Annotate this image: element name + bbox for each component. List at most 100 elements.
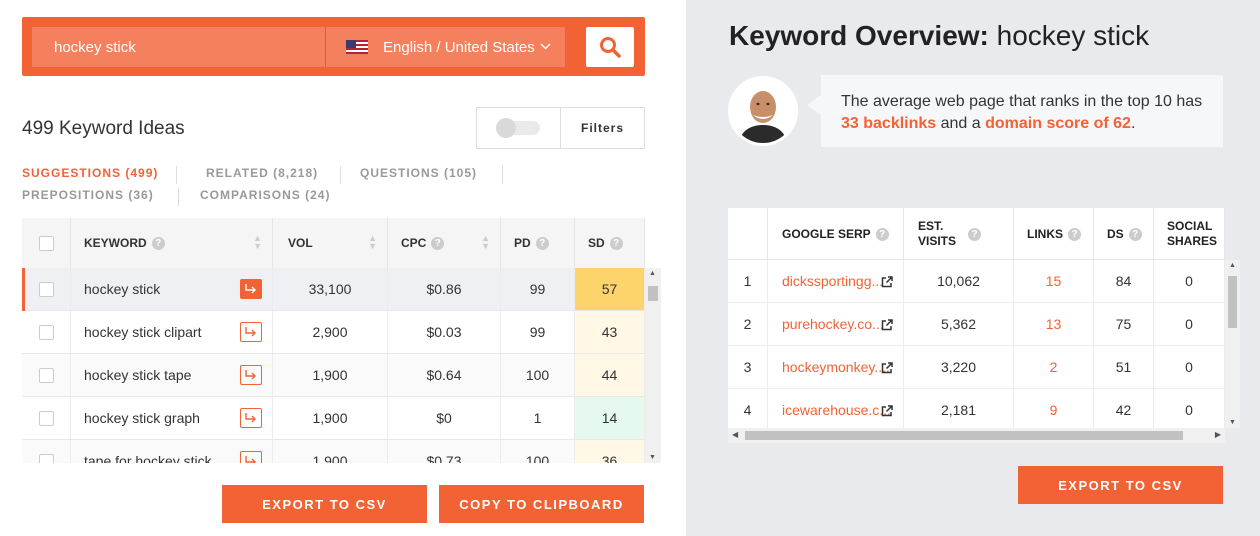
help-icon[interactable]: ?	[151, 236, 165, 250]
search-bar: hockey stick English / United States	[22, 17, 645, 76]
keyword-detail-button[interactable]	[240, 451, 262, 463]
header-vol-label: VOL	[288, 236, 313, 250]
header-links[interactable]: LINKS?	[1014, 208, 1094, 260]
copy-to-clipboard-button[interactable]: COPY TO CLIPBOARD	[439, 485, 644, 523]
filter-toggle[interactable]	[477, 108, 561, 148]
scroll-right-icon[interactable]: ▶	[1215, 430, 1221, 439]
scrollbar-thumb[interactable]	[745, 431, 1183, 440]
header-est-visits-label: EST. VISITS	[918, 219, 956, 249]
social-shares-cell: 0	[1154, 303, 1225, 345]
row-checkbox[interactable]	[38, 367, 54, 383]
pd-cell: 99	[501, 311, 575, 353]
header-vol[interactable]: VOL ▲ ▼	[273, 218, 388, 268]
row-checkbox[interactable]	[38, 410, 54, 426]
scroll-up-icon[interactable]: ▲	[1229, 262, 1236, 269]
help-icon[interactable]: ?	[535, 236, 549, 250]
table-row[interactable]: tape for hockey stick 1,900 $0.73 100 36	[22, 440, 645, 463]
scrollbar-thumb[interactable]	[648, 286, 658, 301]
keyword-cell: hockey stick	[71, 268, 273, 310]
tab-comparisons[interactable]: COMPARISONS (24)	[200, 188, 330, 202]
sd-cell: 43	[575, 311, 645, 353]
external-link-icon[interactable]	[881, 318, 893, 334]
header-pd[interactable]: PD?	[501, 218, 575, 268]
help-icon[interactable]: ?	[431, 236, 445, 250]
sort-icon[interactable]: ▲ ▼	[253, 234, 262, 251]
serp-url-link[interactable]: dickssportingg...	[782, 273, 883, 289]
header-keyword-label: KEYWORD	[84, 236, 147, 250]
serp-url-cell: icewarehouse.c...	[768, 389, 904, 431]
serp-url-cell: dickssportingg...	[768, 260, 904, 302]
search-input[interactable]: hockey stick	[32, 27, 325, 67]
scrollbar-thumb[interactable]	[1228, 276, 1237, 328]
title-keyword: hockey stick	[996, 20, 1150, 51]
serp-vertical-scrollbar[interactable]: ▲ ▼	[1225, 260, 1240, 428]
keyword-cell: hockey stick tape	[71, 354, 273, 396]
export-csv-button[interactable]: EXPORT TO CSV	[222, 485, 427, 523]
row-checkbox[interactable]	[38, 281, 54, 297]
header-rank	[728, 208, 768, 260]
serp-url-link[interactable]: hockeymonkey....	[782, 359, 890, 375]
help-icon[interactable]: ?	[1128, 227, 1142, 241]
sort-icon[interactable]: ▲ ▼	[481, 234, 490, 251]
help-icon[interactable]: ?	[968, 227, 982, 241]
scroll-down-icon[interactable]: ▼	[1229, 419, 1236, 426]
vol-cell: 33,100	[273, 268, 388, 310]
ds-cell: 84	[1094, 260, 1154, 302]
help-icon[interactable]: ?	[609, 236, 623, 250]
export-csv-button-right[interactable]: EXPORT TO CSV	[1018, 466, 1223, 504]
row-checkbox[interactable]	[38, 324, 54, 340]
keyword-overview-panel: Keyword Overview: hockey stick The avera…	[686, 0, 1260, 536]
header-cpc[interactable]: CPC? ▲ ▼	[388, 218, 501, 268]
tab-questions[interactable]: QUESTIONS (105)	[360, 166, 477, 180]
serp-horizontal-scrollbar[interactable]: ◀ ▶	[728, 428, 1225, 443]
help-icon[interactable]: ?	[875, 227, 889, 241]
select-all-checkbox[interactable]	[38, 235, 54, 251]
row-checkbox[interactable]	[38, 453, 54, 463]
table-row[interactable]: hockey stick clipart 2,900 $0.03 99 43	[22, 311, 645, 354]
keyword-text: tape for hockey stick	[84, 453, 212, 463]
sort-icon[interactable]: ▲ ▼	[368, 234, 377, 251]
header-google-serp[interactable]: GOOGLE SERP?	[768, 208, 904, 260]
keyword-detail-button[interactable]	[240, 279, 262, 299]
header-est-visits[interactable]: EST. VISITS?	[904, 208, 1014, 260]
language-select[interactable]: English / United States	[325, 27, 565, 67]
us-flag-icon	[346, 40, 368, 54]
header-keyword[interactable]: KEYWORD? ▲ ▼	[71, 218, 273, 268]
links-cell[interactable]: 9	[1014, 389, 1094, 431]
tab-prepositions[interactable]: PREPOSITIONS (36)	[22, 188, 154, 202]
links-cell[interactable]: 2	[1014, 346, 1094, 388]
keyword-detail-button[interactable]	[240, 365, 262, 385]
external-link-icon[interactable]	[881, 361, 893, 377]
scroll-left-icon[interactable]: ◀	[732, 430, 738, 439]
header-sd[interactable]: SD?	[575, 218, 645, 268]
filters-button[interactable]: Filters	[561, 108, 644, 148]
links-cell[interactable]: 15	[1014, 260, 1094, 302]
toggle-switch[interactable]	[495, 118, 540, 138]
social-shares-cell: 0	[1154, 389, 1225, 431]
keyword-detail-button[interactable]	[240, 408, 262, 428]
scroll-down-icon[interactable]: ▼	[649, 454, 656, 461]
tab-divider	[176, 166, 177, 184]
keyword-detail-button[interactable]	[240, 322, 262, 342]
cpc-cell: $0.73	[388, 440, 501, 463]
table-row[interactable]: hockey stick tape 1,900 $0.64 100 44	[22, 354, 645, 397]
table-row[interactable]: hockey stick 33,100 $0.86 99 57	[22, 268, 645, 311]
external-link-icon[interactable]	[881, 404, 893, 420]
tab-related[interactable]: RELATED (8,218)	[206, 166, 318, 180]
serp-url-link[interactable]: icewarehouse.c...	[782, 402, 891, 418]
header-google-serp-label: GOOGLE SERP	[782, 226, 871, 241]
header-social-shares[interactable]: SOCIAL SHARES	[1154, 208, 1225, 260]
search-button[interactable]	[586, 27, 634, 67]
links-cell[interactable]: 13	[1014, 303, 1094, 345]
table-row: 2 purehockey.co... 5,362 13 75 0	[728, 303, 1225, 346]
keyword-table-scrollbar[interactable]: ▲ ▼	[645, 268, 661, 463]
scroll-up-icon[interactable]: ▲	[649, 270, 656, 277]
serp-url-link[interactable]: purehockey.co...	[782, 316, 884, 332]
help-icon[interactable]: ?	[1068, 227, 1081, 241]
external-link-icon[interactable]	[881, 275, 893, 291]
tab-suggestions[interactable]: SUGGESTIONS (499)	[22, 166, 158, 180]
header-ds[interactable]: DS?	[1094, 208, 1154, 260]
table-row: 1 dickssportingg... 10,062 15 84 0	[728, 260, 1225, 303]
title-label: Keyword Overview:	[729, 20, 989, 51]
table-row[interactable]: hockey stick graph 1,900 $0 1 14	[22, 397, 645, 440]
